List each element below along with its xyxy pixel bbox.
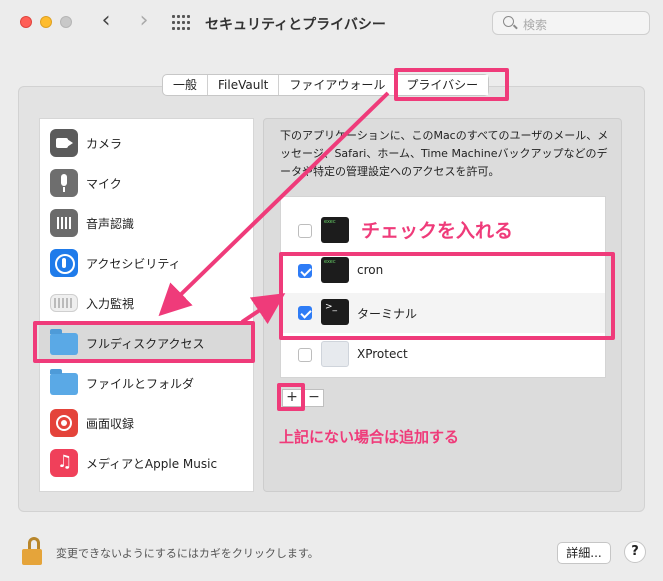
add-instruction-text: 上記にない場合は追加する	[279, 428, 460, 446]
arrow-to-list	[240, 293, 286, 325]
arrow-to-sidebar	[158, 91, 390, 317]
annotation-arrows	[158, 91, 390, 325]
check-instruction-text: チェックを入れる	[361, 220, 514, 242]
